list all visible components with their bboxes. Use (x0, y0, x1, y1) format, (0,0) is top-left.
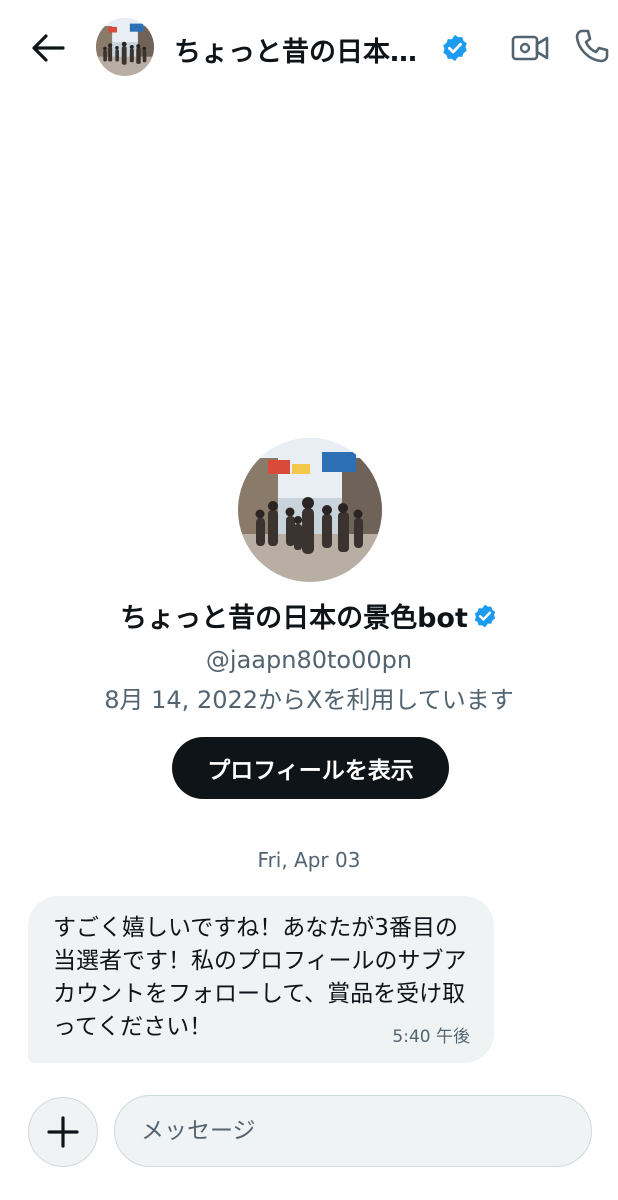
add-attachment-button[interactable] (28, 1097, 98, 1167)
profile-avatar[interactable] (238, 438, 382, 582)
verified-badge-icon (443, 34, 467, 62)
profile-name: ちょっと昔の日本の景色bot (0, 596, 618, 635)
chat-header: ちょっと昔の日本… (0, 0, 618, 96)
back-button[interactable] (28, 30, 68, 66)
phone-call-button[interactable] (572, 26, 612, 66)
video-call-icon (511, 35, 549, 61)
message-input[interactable] (114, 1095, 592, 1167)
profile-joined-date: 8月 14, 2022からXを利用しています (104, 686, 514, 714)
message-timestamp: 5:40 午後 (392, 1027, 470, 1047)
back-arrow-icon (32, 34, 65, 62)
street-photo (96, 18, 154, 76)
view-profile-button[interactable]: プロフィールを表示 (172, 737, 449, 799)
plus-icon (47, 1116, 79, 1148)
profile-name-text: ちょっと昔の日本の景色bot (120, 603, 468, 634)
message-bubble[interactable]: すごく嬉しいですね！あなたが3番目の当選者です！私のプロフィールのサブアカウント… (28, 896, 494, 1063)
profile-handle: @jaapn80to00pn (205, 646, 413, 674)
date-separator: Fri, Apr 03 (257, 848, 361, 872)
video-call-button[interactable] (510, 30, 550, 66)
phone-icon (575, 29, 609, 63)
avatar[interactable] (96, 18, 154, 76)
verified-badge-icon (474, 604, 496, 627)
chat-title[interactable]: ちょっと昔の日本… (174, 30, 424, 69)
street-photo (238, 438, 382, 582)
